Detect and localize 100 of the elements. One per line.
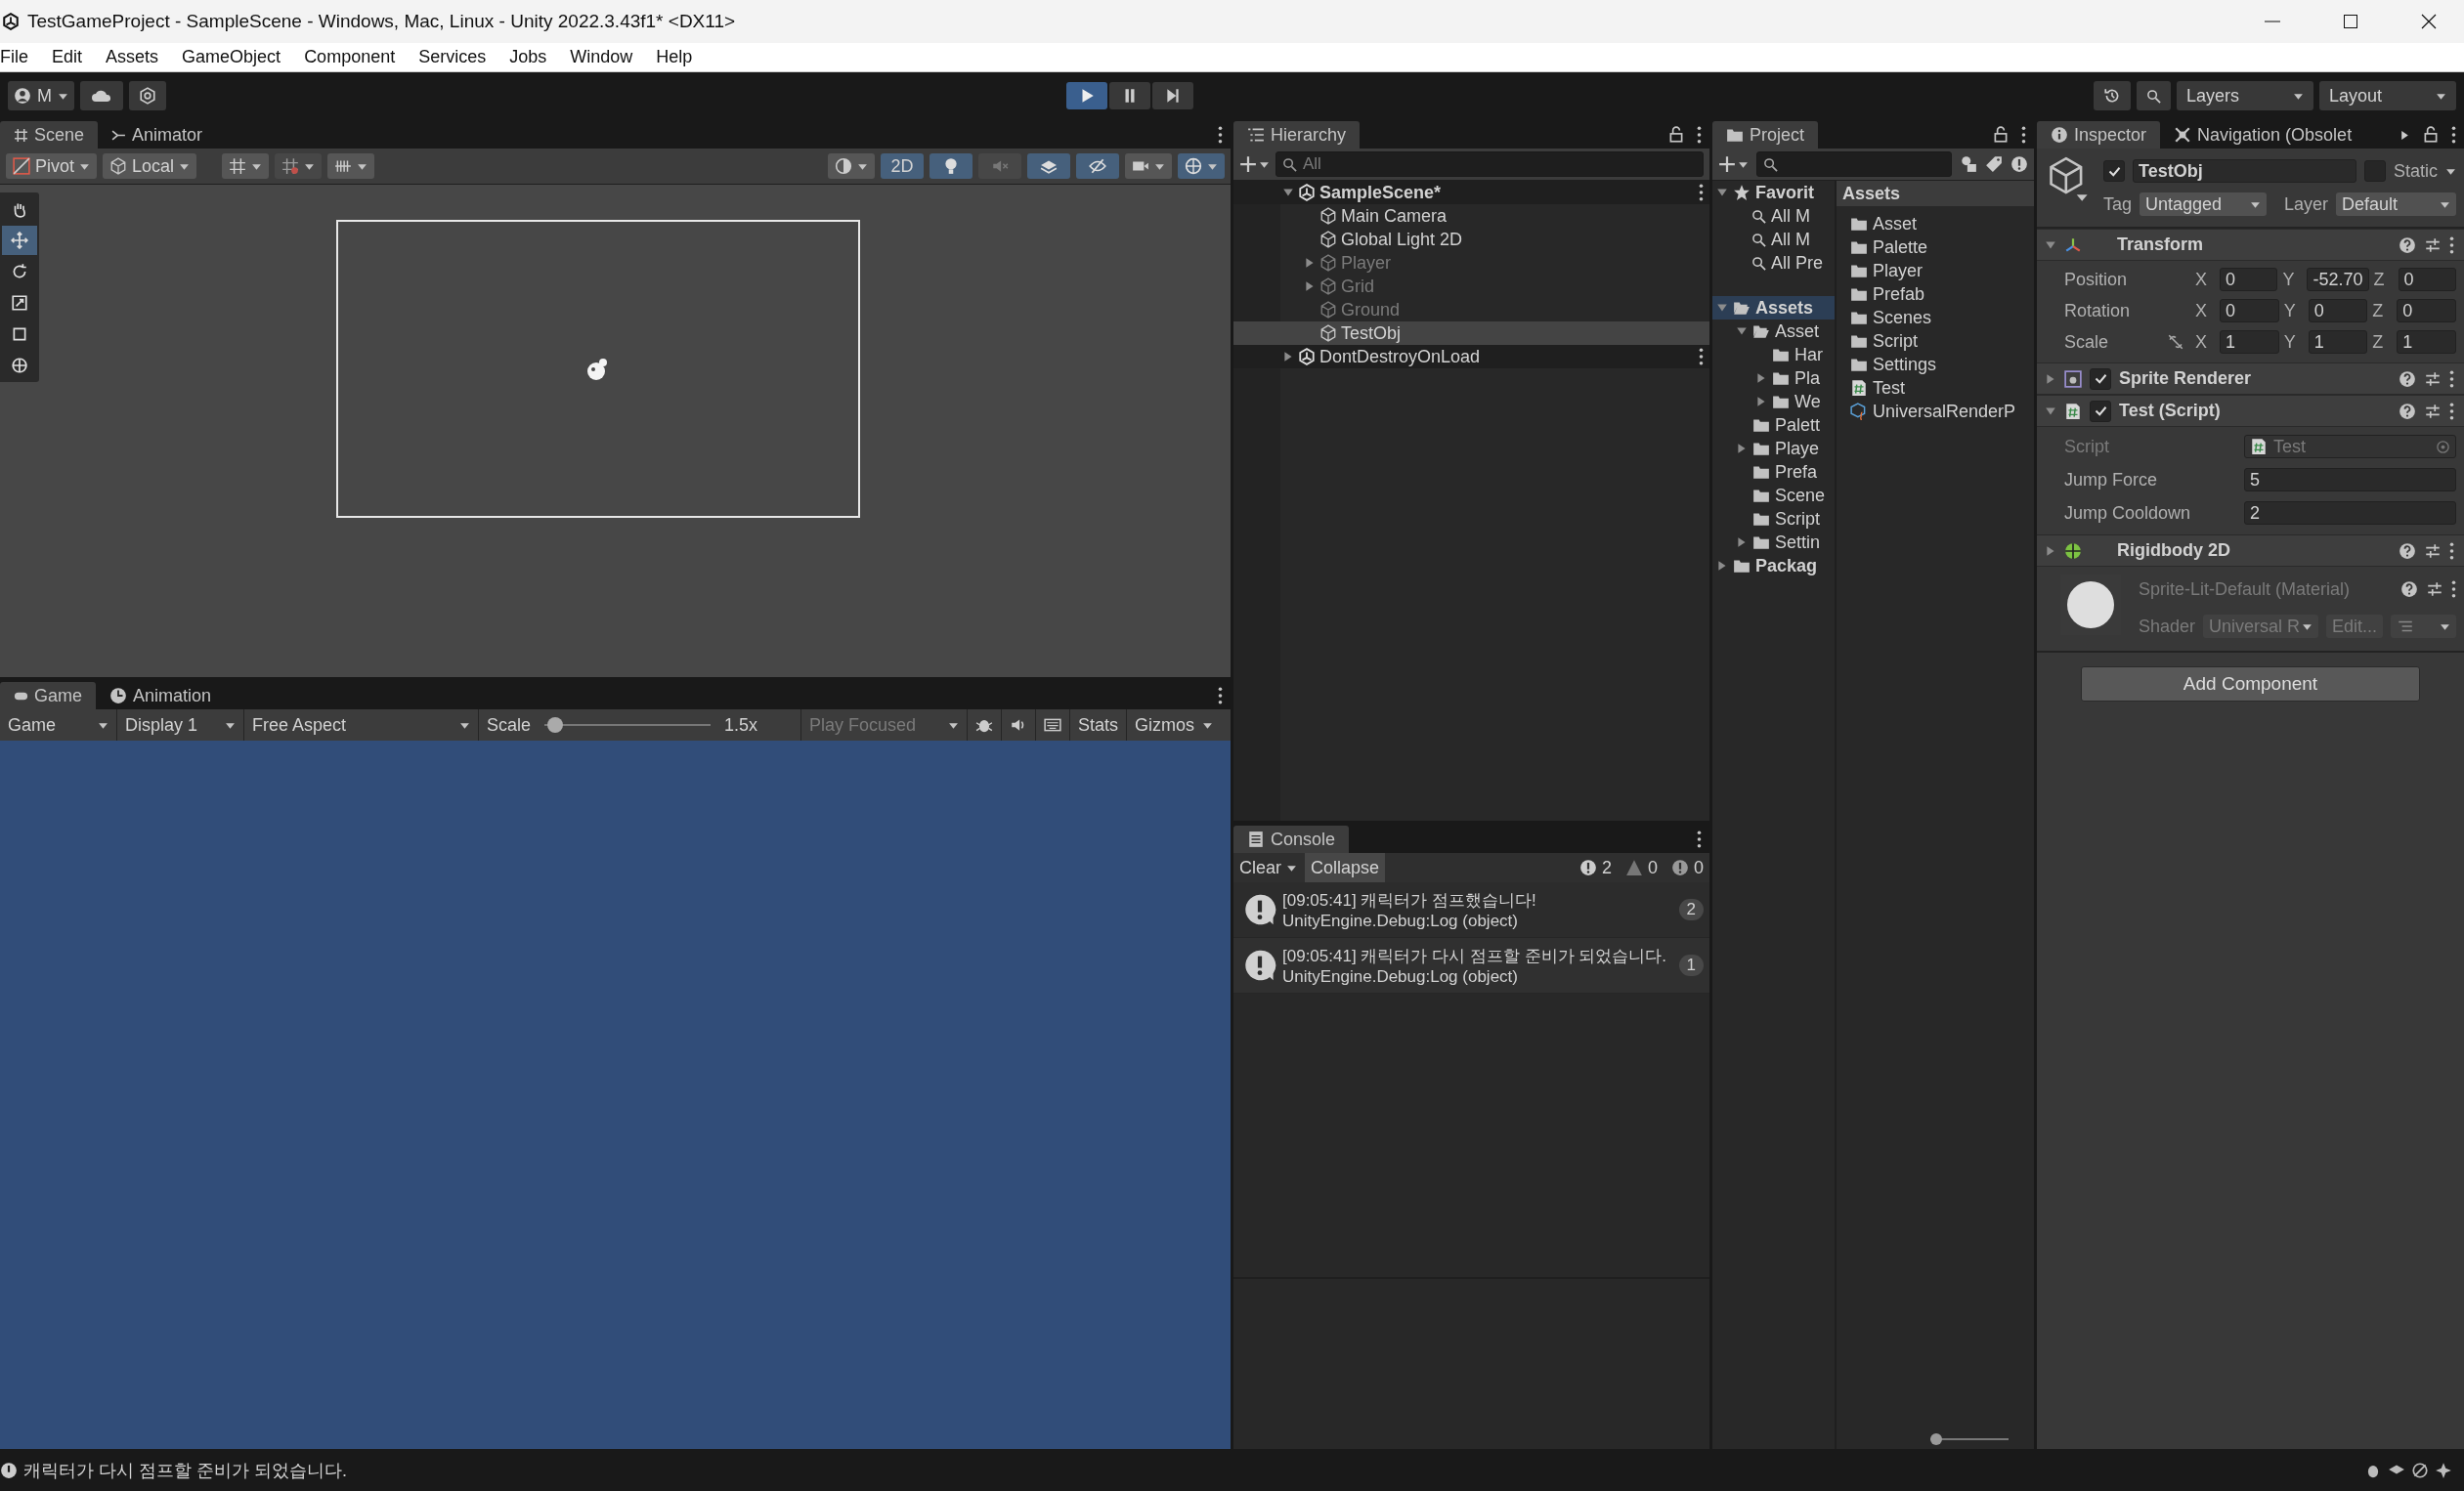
number-field[interactable]: 1 — [2308, 330, 2368, 354]
number-field[interactable]: 0 — [2398, 268, 2456, 291]
list-dropdown[interactable] — [2391, 615, 2456, 638]
asset-item[interactable]: Scenes — [1837, 306, 2034, 329]
panel-tab[interactable]: Animation — [96, 682, 226, 709]
more-icon[interactable] — [2451, 580, 2456, 598]
collapse-arrow-icon[interactable] — [2045, 238, 2056, 251]
expand-arrow-icon[interactable] — [2045, 372, 2056, 385]
preset-icon[interactable] — [2424, 235, 2442, 254]
hierarchy-row[interactable]: TestObj — [1233, 321, 1709, 345]
search-field[interactable]: All — [1275, 151, 1704, 177]
more-icon[interactable] — [2449, 235, 2454, 254]
lock-icon[interactable] — [1992, 126, 2010, 144]
number-field[interactable]: 0 — [2220, 299, 2279, 322]
snap-button[interactable] — [275, 153, 323, 179]
expand-arrow-icon[interactable] — [1736, 443, 1748, 454]
more-icon[interactable] — [2451, 126, 2456, 144]
number-field[interactable]: 0 — [2220, 268, 2278, 291]
menu-item[interactable]: Window — [558, 43, 645, 71]
view-toggle[interactable] — [929, 153, 973, 179]
project-tree-row[interactable]: Settin — [1712, 531, 1835, 554]
asset-item[interactable]: Prefab — [1837, 282, 2034, 306]
breadcrumb[interactable]: Assets — [1837, 181, 2034, 206]
help-icon[interactable] — [2399, 402, 2416, 420]
playmode-button[interactable] — [1152, 82, 1193, 109]
expand-arrow-icon[interactable] — [1755, 396, 1767, 407]
view-toggle[interactable] — [1076, 153, 1119, 179]
grid-snap-button[interactable] — [222, 153, 270, 179]
more-icon[interactable] — [1699, 184, 1704, 201]
project-tree-row[interactable]: We — [1712, 390, 1835, 413]
project-tree-row[interactable]: Palett — [1712, 413, 1835, 437]
saved-search-row[interactable]: All M — [1712, 228, 1835, 251]
asset-item[interactable]: Script — [1837, 329, 2034, 353]
history-button[interactable] — [2094, 81, 2131, 110]
panel-tab[interactable]: Game — [0, 682, 97, 709]
lock-icon[interactable] — [2422, 126, 2440, 144]
layers-dropdown[interactable]: Layers — [2177, 81, 2313, 110]
project-tree-row[interactable]: Pla — [1712, 366, 1835, 390]
collapse-arrow-icon[interactable] — [1716, 187, 1728, 198]
project-tree-row[interactable]: Playe — [1712, 437, 1835, 460]
playmode-button[interactable] — [1109, 82, 1150, 109]
lock-icon[interactable] — [1667, 126, 1685, 144]
preset-icon[interactable] — [2426, 580, 2443, 598]
search-button[interactable] — [2137, 81, 2171, 110]
help-icon[interactable] — [2400, 580, 2418, 598]
add-component-button[interactable]: Add Component — [2081, 666, 2420, 702]
number-field[interactable]: 1 — [2397, 330, 2456, 354]
camera-dropdown[interactable] — [1125, 153, 1172, 179]
menu-item[interactable]: File — [0, 43, 40, 71]
checkbox[interactable] — [2090, 400, 2111, 422]
saved-search-row[interactable]: All M — [1712, 204, 1835, 228]
tool-button[interactable] — [2, 226, 37, 255]
expand-arrow-icon[interactable] — [1716, 560, 1728, 572]
checkbox[interactable] — [2090, 367, 2111, 390]
layer-dropdown[interactable]: Default — [2336, 192, 2456, 216]
project-tree-row[interactable]: Packag — [1712, 554, 1835, 577]
expand-arrow-icon[interactable] — [2045, 544, 2056, 557]
project-tree-row[interactable]: Har — [1712, 343, 1835, 366]
panel-tab[interactable]: Navigation (Obsolet — [2160, 121, 2366, 149]
hierarchy-row[interactable]: DontDestroyOnLoad — [1233, 345, 1709, 368]
log-entry[interactable]: [09:05:41] 캐릭터가 점프했습니다! UnityEngine.Debug:Log (object) 2 — [1233, 882, 1709, 938]
saved-search-row[interactable]: All Pre — [1712, 251, 1835, 275]
panel-tab[interactable]: Console — [1233, 826, 1350, 853]
more-icon[interactable] — [1697, 126, 1702, 144]
checkbox[interactable] — [2103, 160, 2125, 182]
hierarchy-row[interactable]: Main Camera — [1233, 204, 1709, 228]
menu-item[interactable]: Edit — [40, 43, 95, 71]
project-tree-row[interactable]: Prefa — [1712, 460, 1835, 484]
expand-arrow-icon[interactable] — [1755, 372, 1767, 384]
number-field[interactable]: 5 — [2244, 468, 2456, 491]
panel-tab[interactable]: Project — [1712, 121, 1819, 149]
collapse-button[interactable]: Collapse — [1305, 853, 1386, 882]
increment-snap-button[interactable] — [327, 153, 375, 179]
collapse-arrow-icon[interactable] — [2045, 405, 2056, 417]
help-icon[interactable] — [2399, 235, 2416, 254]
number-field[interactable]: 0 — [2308, 299, 2368, 322]
search-field[interactable] — [1756, 151, 1952, 177]
version-control-button[interactable] — [129, 81, 166, 110]
asset-item[interactable]: Settings — [1837, 353, 2034, 376]
menu-item[interactable]: Jobs — [497, 43, 559, 71]
asset-item[interactable]: Player — [1837, 259, 2034, 282]
panel-tab[interactable]: Inspector — [2037, 121, 2161, 149]
log-entry[interactable]: [09:05:41] 캐릭터가 다시 점프할 준비가 되었습니다. UnityEngine.Debug:Log (object) 1 — [1233, 938, 1709, 994]
more-icon[interactable] — [2449, 369, 2454, 388]
project-tree-row[interactable]: Scene — [1712, 484, 1835, 507]
number-field[interactable]: 2 — [2244, 501, 2456, 525]
number-field[interactable]: -52.70 — [2307, 268, 2369, 291]
panel-tab[interactable]: Animator — [98, 121, 217, 149]
panel-tab[interactable]: Hierarchy — [1233, 121, 1361, 149]
menu-item[interactable]: Services — [407, 43, 498, 71]
more-icon[interactable] — [2449, 541, 2454, 560]
more-icon[interactable] — [1697, 831, 1702, 848]
2d-toggle[interactable]: 2D — [881, 153, 924, 179]
asset-item[interactable]: UniversalRenderP — [1837, 400, 2034, 423]
number-field[interactable]: 1 — [2220, 330, 2279, 354]
view-toggle[interactable] — [978, 153, 1021, 179]
create-button[interactable] — [1718, 155, 1749, 173]
sparkle-icon[interactable] — [2435, 1461, 2452, 1479]
asset-item[interactable]: Asset — [1837, 212, 2034, 235]
warning-icon[interactable] — [2010, 155, 2028, 173]
